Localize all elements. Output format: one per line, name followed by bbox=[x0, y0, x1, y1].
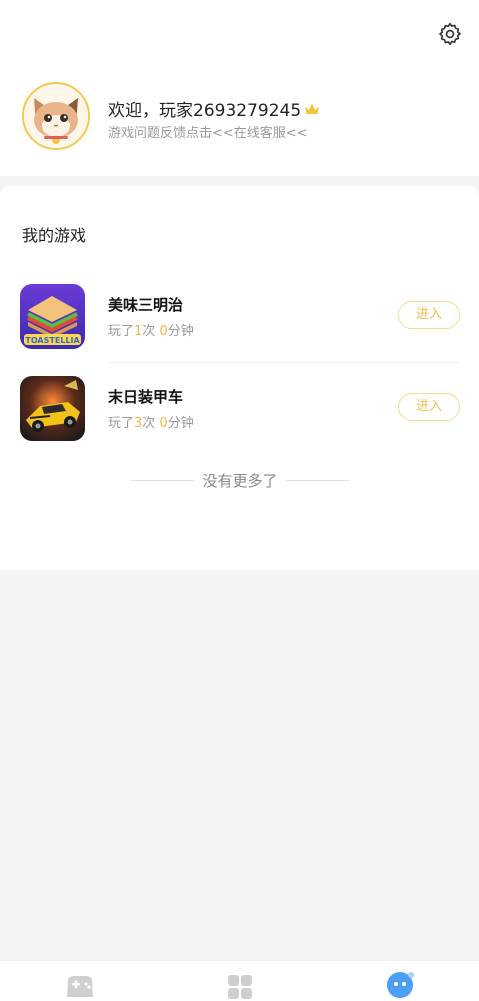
enter-button[interactable]: 进入 bbox=[398, 301, 460, 329]
no-more-indicator: 没有更多了 bbox=[130, 470, 351, 490]
armored-car-game-icon[interactable] bbox=[20, 376, 85, 441]
game-stats: 玩了3次 0分钟 bbox=[108, 412, 194, 431]
count-unit: 次 bbox=[142, 416, 156, 431]
welcome-text: 欢迎，玩家2693279245 bbox=[108, 101, 302, 121]
my-games-card: 我的游戏 TOASTELLIA 美味三明治 玩了1次 0分钟 进入 末日装甲车 … bbox=[0, 186, 479, 570]
profile-page: 欢迎，玩家2693279245 游戏问题反馈点击<<在线客服<< 我的游戏 TO… bbox=[0, 0, 479, 1001]
minutes-unit: 分钟 bbox=[167, 324, 194, 339]
gear-icon bbox=[439, 22, 461, 46]
tab-games[interactable] bbox=[63, 971, 97, 1001]
no-more-text: 没有更多了 bbox=[202, 471, 278, 490]
enter-button[interactable]: 进入 bbox=[398, 393, 460, 421]
grid-icon bbox=[228, 975, 252, 999]
game-name: 美味三明治 bbox=[108, 296, 184, 314]
played-prefix: 玩了 bbox=[108, 416, 135, 431]
played-prefix: 玩了 bbox=[108, 324, 135, 339]
minutes-unit: 分钟 bbox=[167, 416, 194, 431]
welcome-line: 欢迎，玩家2693279245 bbox=[108, 96, 320, 121]
feedback-link[interactable]: 游戏问题反馈点击<<在线客服<< bbox=[108, 122, 308, 141]
tab-profile[interactable] bbox=[384, 971, 418, 1001]
game-name: 末日装甲车 bbox=[108, 388, 184, 406]
icon-text: TOASTELLIA bbox=[25, 336, 80, 345]
profile-header: 欢迎，玩家2693279245 游戏问题反馈点击<<在线客服<< bbox=[0, 0, 479, 176]
tab-categories[interactable] bbox=[223, 971, 257, 1001]
profile-bubble-icon bbox=[387, 972, 414, 998]
play-minutes: 0 bbox=[159, 324, 168, 339]
divider-line bbox=[130, 479, 195, 481]
play-minutes: 0 bbox=[159, 416, 168, 431]
count-unit: 次 bbox=[142, 324, 156, 339]
cat-avatar-icon bbox=[24, 84, 88, 148]
divider-line bbox=[285, 479, 351, 481]
avatar[interactable] bbox=[22, 82, 90, 150]
settings-button[interactable] bbox=[436, 20, 464, 48]
section-title: 我的游戏 bbox=[22, 226, 87, 245]
game-row[interactable]: 末日装甲车 玩了3次 0分钟 进入 bbox=[0, 362, 479, 454]
sandwich-game-icon[interactable]: TOASTELLIA bbox=[20, 284, 85, 349]
game-stats: 玩了1次 0分钟 bbox=[108, 320, 194, 339]
crown-icon bbox=[304, 103, 320, 115]
game-row[interactable]: TOASTELLIA 美味三明治 玩了1次 0分钟 进入 bbox=[0, 270, 479, 362]
bottom-tab-bar bbox=[0, 960, 479, 1001]
gamepad-icon bbox=[67, 976, 93, 997]
